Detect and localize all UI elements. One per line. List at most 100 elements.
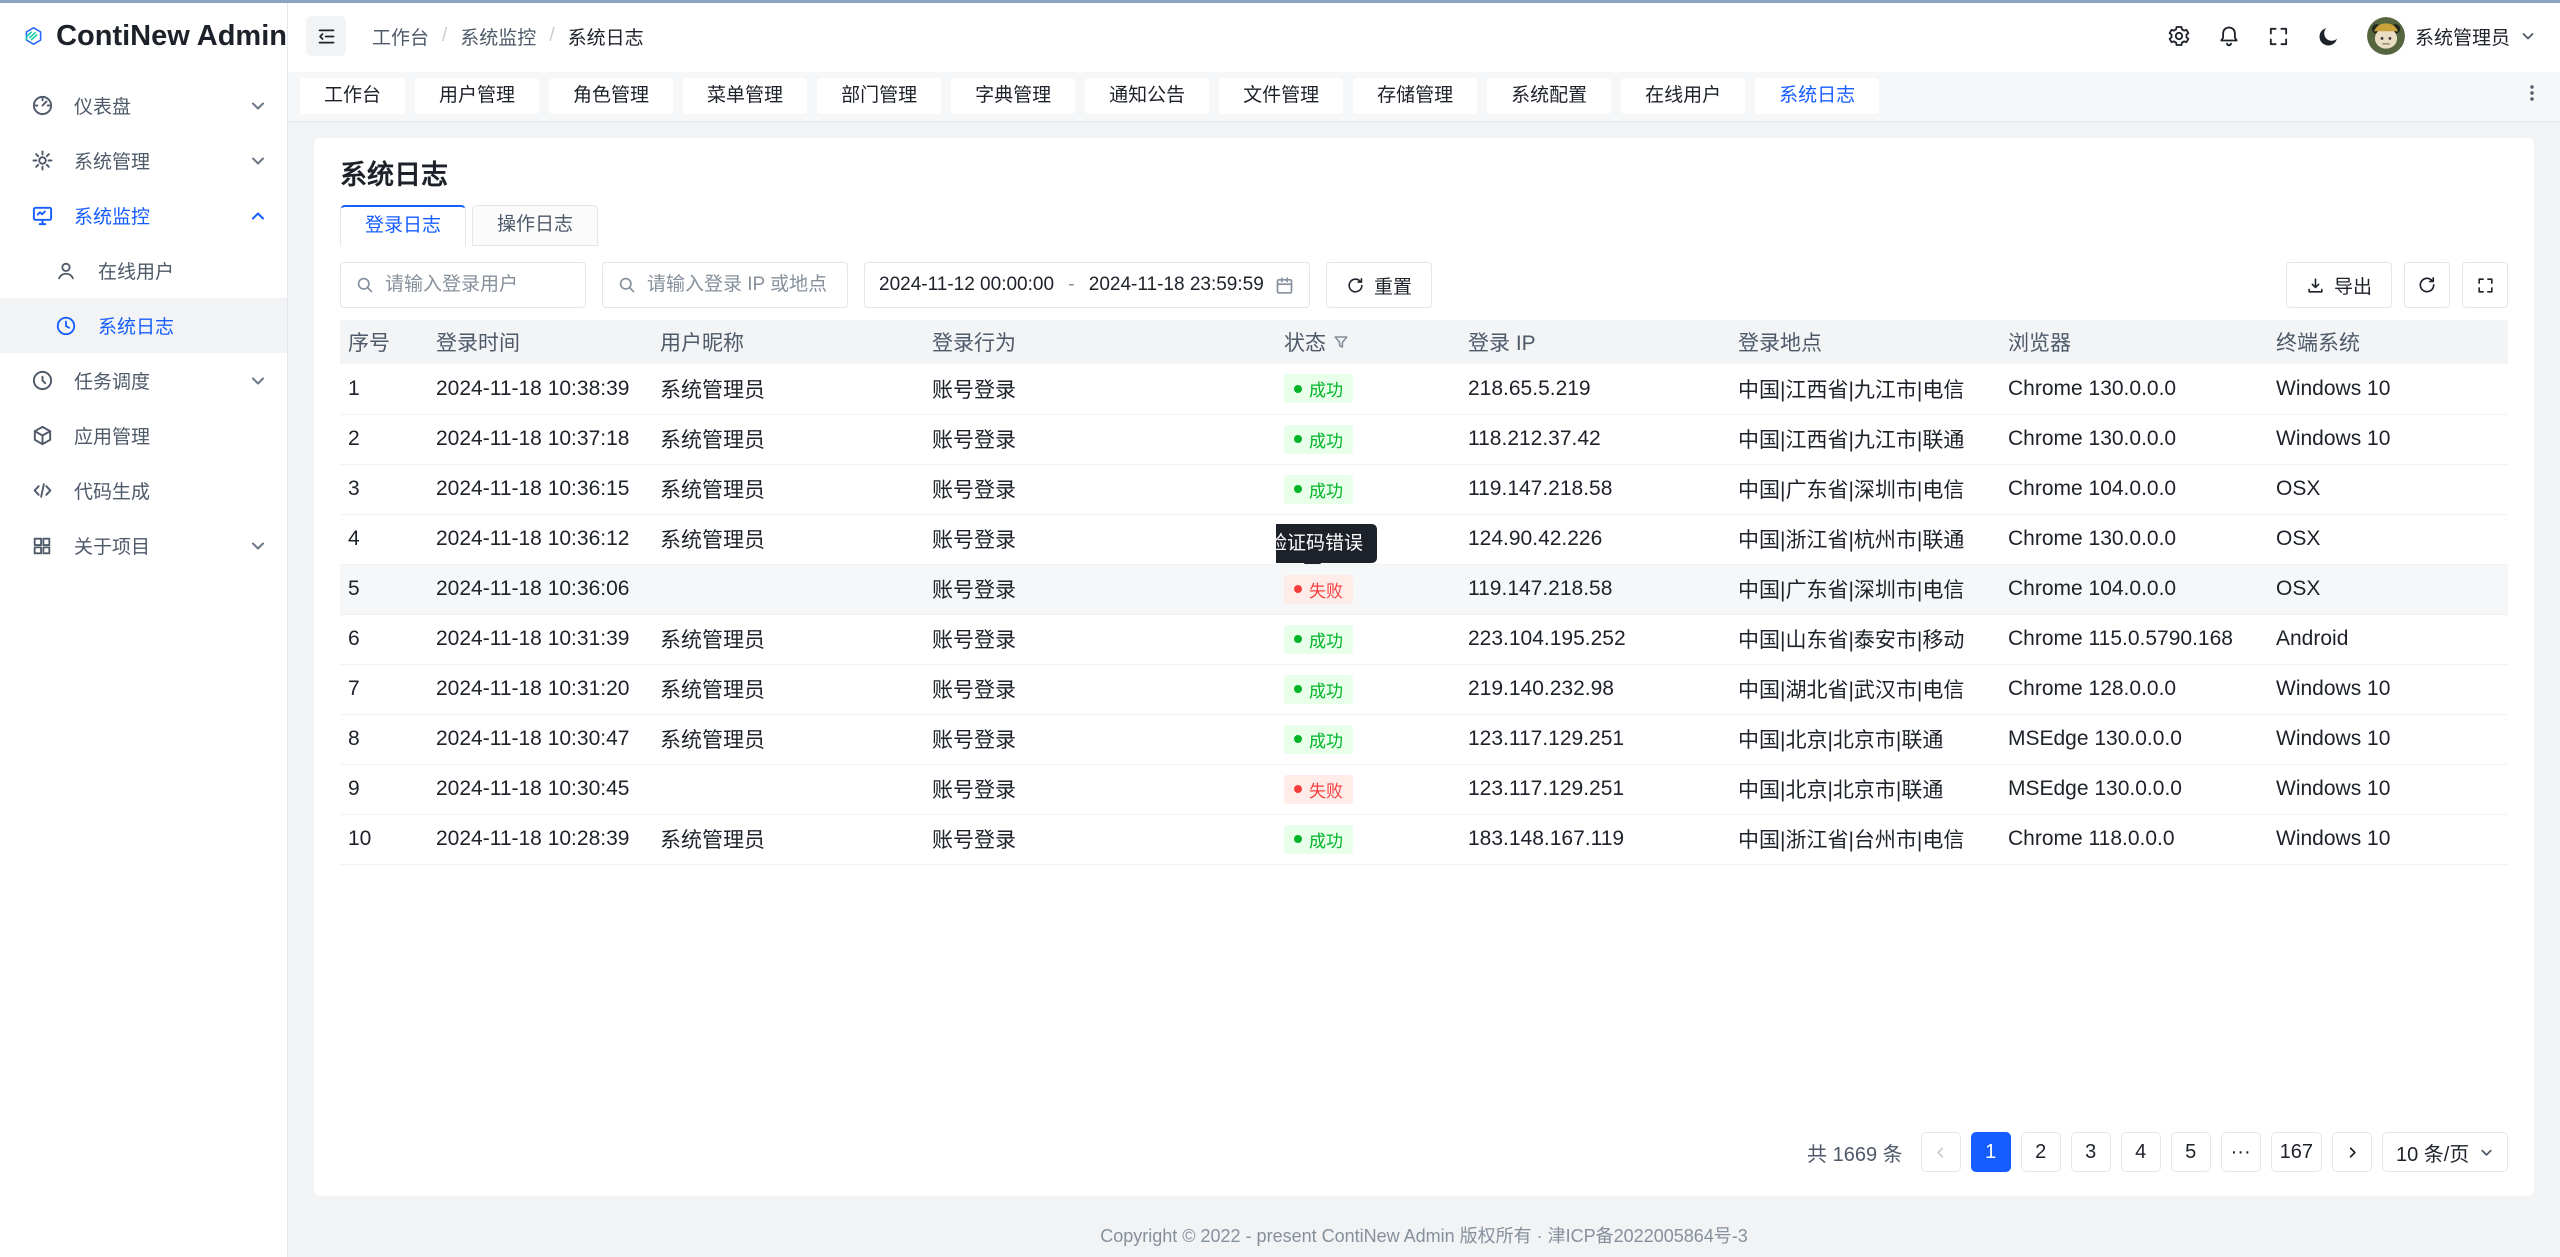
cell-location: 中国|江西省|九江市|电信: [1730, 364, 2000, 414]
status-badge-fail[interactable]: 失败: [1284, 775, 1353, 804]
page-size-select[interactable]: 10 条/页: [2382, 1132, 2508, 1172]
tab-file-management[interactable]: 文件管理: [1219, 78, 1343, 114]
status-dot: [1294, 685, 1302, 693]
settings-button[interactable]: [2167, 24, 2191, 48]
column-os: 终端系统: [2268, 320, 2508, 364]
login-user-input[interactable]: [385, 274, 571, 296]
cell-nickname: 系统管理员: [652, 714, 924, 764]
filter-funnel-icon[interactable]: [1333, 334, 1349, 350]
date-start-value[interactable]: 2024-11-12 00:00:00: [879, 274, 1054, 296]
page-size-value: 10 条/页: [2396, 1138, 2469, 1167]
tab-workbench[interactable]: 工作台: [300, 78, 405, 114]
status-label: 失败: [1309, 777, 1343, 802]
tab-role-management[interactable]: 角色管理: [549, 78, 673, 114]
logo-text: ContiNew Admin: [56, 20, 287, 53]
tab-system-log[interactable]: 系统日志: [1755, 78, 1879, 114]
logo[interactable]: ContiNew Admin: [0, 0, 287, 72]
status-badge-success[interactable]: 成功: [1284, 475, 1353, 504]
sidebar-item-system-management[interactable]: 系统管理: [0, 133, 287, 188]
status-badge-success[interactable]: 成功: [1284, 425, 1353, 454]
cell-status: 失败: [1276, 764, 1460, 814]
status-badge-success[interactable]: 成功: [1284, 625, 1353, 654]
export-button[interactable]: 导出: [2286, 262, 2392, 308]
pagination-page-5[interactable]: 5: [2171, 1132, 2211, 1172]
sidebar-item-app-management[interactable]: 应用管理: [0, 408, 287, 463]
sidebar-item-code-generation[interactable]: 代码生成: [0, 463, 287, 518]
refresh-icon: [2417, 275, 2437, 295]
cell-os: OSX: [2268, 514, 2508, 564]
status-badge-fail[interactable]: 失败: [1284, 575, 1353, 604]
pagination-ellipsis[interactable]: ···: [2221, 1132, 2261, 1172]
tab-storage-management[interactable]: 存储管理: [1353, 78, 1477, 114]
sidebar-item-task-schedule[interactable]: 任务调度: [0, 353, 287, 408]
refresh-table-button[interactable]: [2404, 262, 2450, 308]
breadcrumb-item[interactable]: 系统监控: [460, 23, 536, 50]
date-end-value[interactable]: 2024-11-18 23:59:59: [1089, 274, 1264, 296]
table-fullscreen-button[interactable]: [2462, 262, 2508, 308]
sidebar-item-label: 系统管理: [74, 147, 249, 174]
cell-login-time: 2024-11-18 10:30:47: [428, 714, 652, 764]
sidebar-item-system-log[interactable]: 系统日志: [0, 298, 287, 353]
pagination-prev-button[interactable]: [1921, 1132, 1961, 1172]
tab-dept-management[interactable]: 部门管理: [817, 78, 941, 114]
sidebar-collapse-button[interactable]: [306, 16, 346, 56]
pagination-page-3[interactable]: 3: [2071, 1132, 2111, 1172]
menu-fold-icon: [316, 26, 337, 47]
cell-behavior: 账号登录: [924, 764, 1276, 814]
column-status: 状态: [1276, 320, 1460, 364]
cell-os: Windows 10: [2268, 414, 2508, 464]
pagination: 共 1669 条 1 2 3 4 5 ··· 167 10 条/页: [340, 1112, 2508, 1172]
dark-mode-button[interactable]: [2317, 24, 2341, 48]
status-badge-success[interactable]: 成功: [1284, 825, 1353, 854]
login-ip-input[interactable]: [647, 274, 833, 296]
cell-nickname: [652, 764, 924, 814]
cell-behavior: 账号登录: [924, 364, 1276, 414]
status-badge-success[interactable]: 成功: [1284, 725, 1353, 754]
copyright-text: Copyright © 2022 - present ContiNew Admi…: [1100, 1222, 1748, 1248]
notifications-button[interactable]: [2217, 24, 2241, 48]
status-badge-success[interactable]: 成功: [1284, 675, 1353, 704]
sidebar-item-about-project[interactable]: 关于项目: [0, 518, 287, 573]
chevron-down-icon: [249, 372, 267, 390]
schedule-clock-icon: [30, 369, 54, 393]
table-row: 9 2024-11-18 10:30:45 账号登录 失败 123.117.12…: [340, 764, 2508, 814]
pagination-page-2[interactable]: 2: [2021, 1132, 2061, 1172]
fullscreen-button[interactable]: [2267, 24, 2291, 48]
cell-behavior: 账号登录: [924, 714, 1276, 764]
logo-icon: [24, 17, 43, 55]
sidebar-item-dashboard[interactable]: 仪表盘: [0, 78, 287, 133]
tab-notice[interactable]: 通知公告: [1085, 78, 1209, 114]
chevron-left-icon: [1933, 1145, 1948, 1160]
chevron-down-icon: [249, 537, 267, 555]
sidebar-item-system-monitor[interactable]: 系统监控: [0, 188, 287, 243]
tab-user-management[interactable]: 用户管理: [415, 78, 539, 114]
cell-nickname: 系统管理员: [652, 464, 924, 514]
tab-system-config[interactable]: 系统配置: [1487, 78, 1611, 114]
user-menu[interactable]: 系统管理员: [2367, 17, 2536, 55]
tab-operation-log[interactable]: 操作日志: [472, 205, 598, 246]
cell-login-ip: 119.147.218.58: [1460, 564, 1730, 614]
tab-dict-management[interactable]: 字典管理: [951, 78, 1075, 114]
chevron-right-icon: [2345, 1145, 2360, 1160]
sidebar-item-label: 系统日志: [98, 312, 267, 339]
pagination-page-4[interactable]: 4: [2121, 1132, 2161, 1172]
status-badge-success[interactable]: 成功: [1284, 374, 1353, 403]
tab-online-users[interactable]: 在线用户: [1621, 78, 1745, 114]
login-ip-search[interactable]: [602, 262, 848, 308]
tab-login-log[interactable]: 登录日志: [340, 205, 466, 246]
tab-menu-management[interactable]: 菜单管理: [683, 78, 807, 114]
date-range-picker[interactable]: 2024-11-12 00:00:00 - 2024-11-18 23:59:5…: [864, 262, 1310, 308]
breadcrumb-item[interactable]: 工作台: [372, 23, 429, 50]
cell-browser: Chrome 104.0.0.0: [2000, 464, 2268, 514]
pagination-page-167[interactable]: 167: [2271, 1132, 2322, 1172]
tabs-more-button[interactable]: [2518, 79, 2546, 107]
pagination-page-1[interactable]: 1: [1971, 1132, 2011, 1172]
sidebar-item-online-users[interactable]: 在线用户: [0, 243, 287, 298]
sidebar-item-label: 在线用户: [98, 257, 267, 284]
pagination-next-button[interactable]: [2332, 1132, 2372, 1172]
cell-behavior: 账号登录: [924, 814, 1276, 864]
cell-browser: Chrome 128.0.0.0: [2000, 664, 2268, 714]
reset-button[interactable]: 重置: [1326, 262, 1432, 308]
login-user-search[interactable]: [340, 262, 586, 308]
column-browser: 浏览器: [2000, 320, 2268, 364]
